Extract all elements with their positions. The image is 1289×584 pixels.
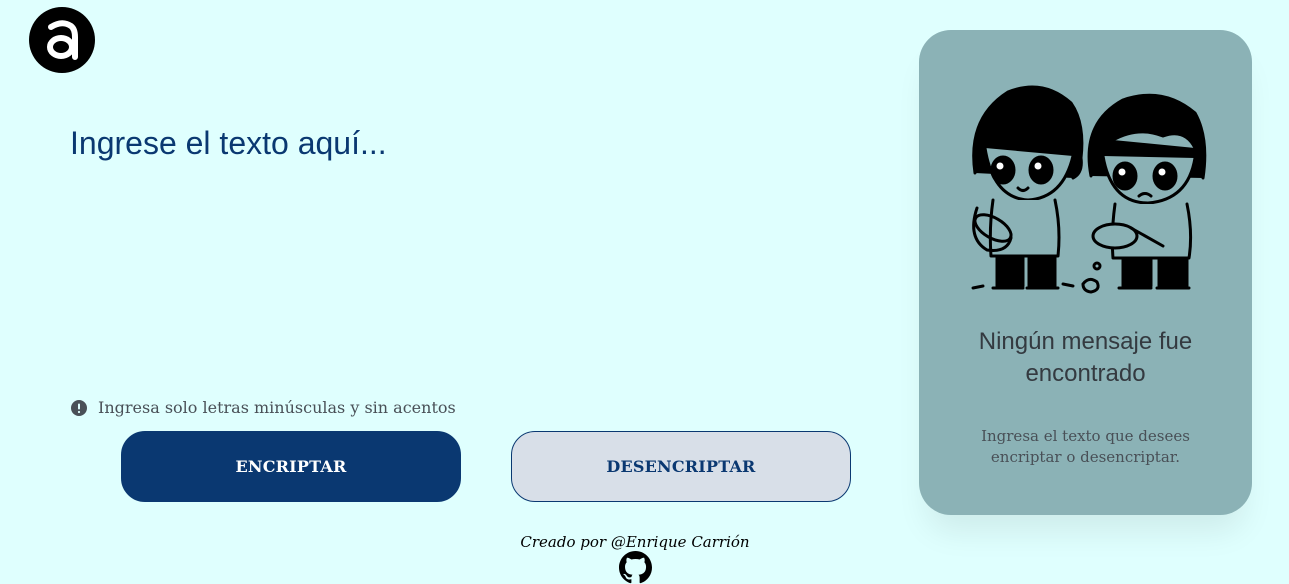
output-panel: Ningún mensaje fue encontrado Ingresa el… <box>919 30 1252 515</box>
input-hint: Ingresa solo letras minúsculas y sin ace… <box>71 398 456 417</box>
alura-logo-icon[interactable] <box>29 7 95 73</box>
chibi-detectives-magnifying-glass-illustration <box>971 85 1207 294</box>
exclamation-circle-icon <box>71 399 87 416</box>
empty-state-subtitle: Ingresa el texto que desees encriptar o … <box>981 427 1190 466</box>
hint-text: Ingresa solo letras minúsculas y sin ace… <box>98 398 456 417</box>
encrypt-button[interactable]: ENCRIPTAR <box>121 431 461 502</box>
message-input[interactable] <box>70 125 850 375</box>
empty-state-title: Ningún mensaje fue encontrado <box>978 328 1193 387</box>
footer-credit: Creado por @Enrique Carrión <box>520 533 750 551</box>
decrypt-button[interactable]: DESENCRIPTAR <box>511 431 851 502</box>
github-icon[interactable] <box>619 551 652 584</box>
